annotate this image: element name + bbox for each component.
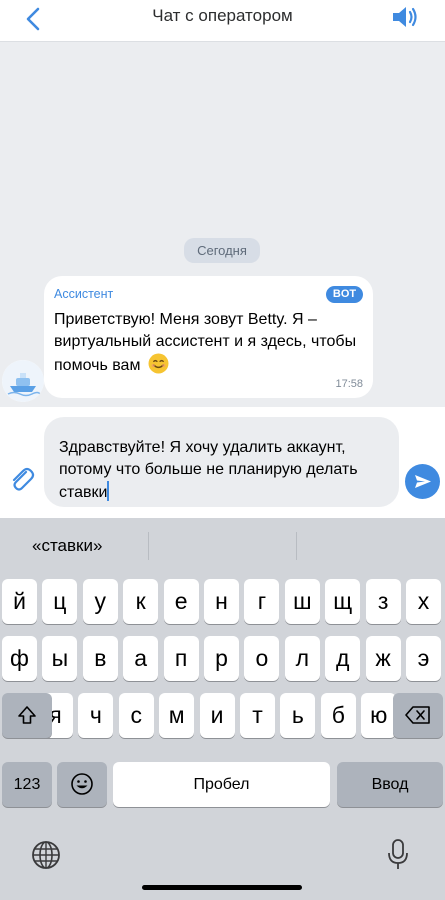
- letter-key[interactable]: к: [123, 579, 159, 624]
- letter-key[interactable]: о: [244, 636, 280, 681]
- boat-icon: [2, 360, 44, 402]
- letter-key[interactable]: п: [163, 636, 199, 681]
- shift-icon: [18, 706, 36, 724]
- message-time: 17:58: [335, 378, 363, 390]
- paperclip-icon: [12, 467, 35, 491]
- suggestion-divider: [296, 532, 297, 560]
- letter-key[interactable]: ж: [365, 636, 401, 681]
- keyboard: «ставки» йцукенгшщзх фывапролджэ ячсмить…: [0, 518, 445, 900]
- suggestion-divider: [148, 532, 149, 560]
- space-key[interactable]: Пробел: [113, 762, 330, 807]
- letter-key[interactable]: ц: [42, 579, 78, 624]
- emoji-key[interactable]: [57, 762, 107, 807]
- chat-header: Чат с оператором: [0, 0, 445, 42]
- letter-key[interactable]: с: [118, 693, 154, 738]
- letter-key[interactable]: з: [365, 579, 401, 624]
- letter-key[interactable]: ш: [284, 579, 320, 624]
- smiling-face-emoji: [148, 353, 169, 374]
- page-title: Чат с оператором: [152, 6, 293, 25]
- message-text: Приветствую! Меня зовут Betty. Я – вирту…: [54, 311, 357, 374]
- letter-key[interactable]: ы: [42, 636, 78, 681]
- message-input-value: Здравствуйте! Я хочу удалить аккаунт, по…: [59, 439, 358, 501]
- return-key[interactable]: Ввод: [337, 762, 443, 807]
- message-text-container: Приветствую! Меня зовут Betty. Я – вирту…: [54, 309, 366, 377]
- language-switch-button[interactable]: [30, 839, 64, 873]
- letter-key[interactable]: х: [406, 579, 441, 624]
- letter-key[interactable]: э: [406, 636, 441, 681]
- date-separator: Сегодня: [184, 238, 260, 263]
- letter-key[interactable]: г: [244, 579, 280, 624]
- letter-key[interactable]: р: [204, 636, 239, 681]
- send-button[interactable]: [405, 464, 440, 499]
- microphone-icon: [388, 839, 408, 869]
- speaker-icon: [393, 7, 417, 27]
- letter-key[interactable]: ф: [2, 636, 37, 681]
- letter-key[interactable]: у: [82, 579, 118, 624]
- letter-key[interactable]: в: [82, 636, 118, 681]
- letter-key[interactable]: ч: [78, 693, 114, 738]
- message-history[interactable]: Сегодня Ассистент BOT Приветствую! Меня …: [0, 42, 445, 407]
- backspace-key[interactable]: [393, 693, 443, 738]
- bot-badge: BOT: [326, 286, 363, 303]
- sound-toggle-button[interactable]: [391, 4, 421, 30]
- letter-key[interactable]: щ: [325, 579, 361, 624]
- home-indicator: [142, 885, 302, 890]
- send-icon: [415, 475, 431, 488]
- letter-key[interactable]: н: [204, 579, 239, 624]
- globe-icon: [32, 841, 60, 869]
- text-caret: [107, 481, 110, 501]
- suggestion-item[interactable]: «ставки»: [32, 536, 102, 556]
- message-input[interactable]: Здравствуйте! Я хочу удалить аккаунт, по…: [44, 417, 399, 507]
- letter-key[interactable]: е: [163, 579, 199, 624]
- attach-button[interactable]: [6, 463, 36, 493]
- message-sender: Ассистент: [54, 287, 114, 301]
- bot-message-bubble[interactable]: Ассистент BOT Приветствую! Меня зовут Be…: [44, 276, 373, 398]
- message-input-text[interactable]: Здравствуйте! Я хочу удалить аккаунт, по…: [59, 437, 369, 504]
- suggestion-bar: «ставки»: [0, 518, 445, 574]
- letter-key[interactable]: й: [2, 579, 37, 624]
- letter-key[interactable]: и: [199, 693, 235, 738]
- dictation-button[interactable]: [384, 837, 412, 873]
- letter-key[interactable]: т: [240, 693, 275, 738]
- letter-key[interactable]: б: [320, 693, 356, 738]
- backspace-icon: [405, 706, 430, 724]
- bot-avatar: [2, 360, 44, 402]
- letter-key[interactable]: ю: [361, 693, 397, 738]
- letter-key[interactable]: д: [325, 636, 361, 681]
- letter-key[interactable]: м: [159, 693, 195, 738]
- numbers-key[interactable]: 123: [2, 762, 52, 807]
- letter-key[interactable]: ь: [280, 693, 316, 738]
- shift-key[interactable]: [2, 693, 52, 738]
- emoji-icon: [71, 773, 93, 795]
- letter-key[interactable]: а: [123, 636, 159, 681]
- message-composer: Здравствуйте! Я хочу удалить аккаунт, по…: [0, 407, 445, 518]
- letter-key[interactable]: л: [284, 636, 320, 681]
